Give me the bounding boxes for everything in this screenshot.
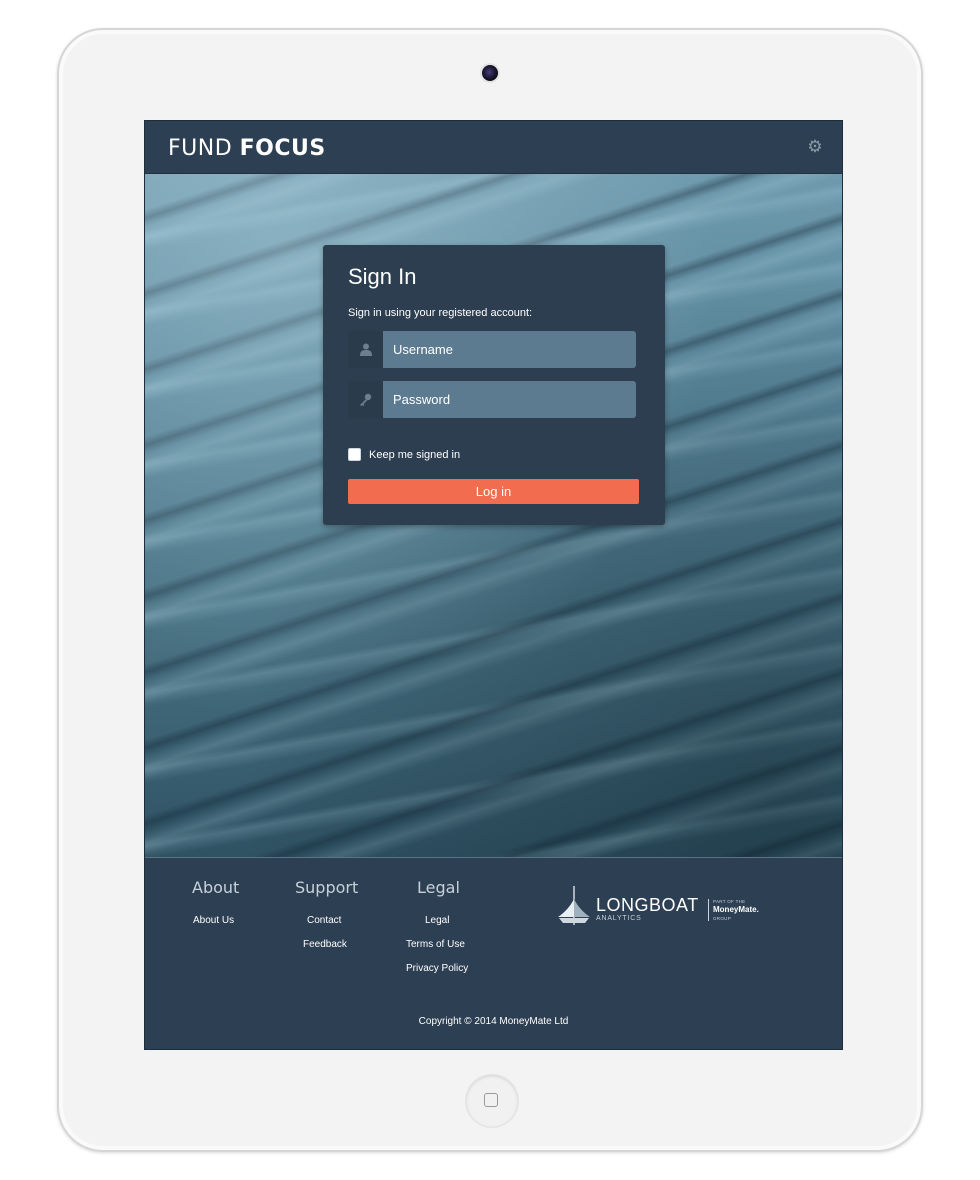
home-button[interactable] (466, 1075, 518, 1127)
footer-heading-support: Support (295, 878, 359, 897)
footer-heading-about: About (192, 878, 240, 897)
longboat-sail-icon (558, 886, 590, 925)
top-bar: FUND FOCUS ⚙ (145, 121, 842, 174)
key-icon (348, 381, 383, 418)
footer-link-feedback[interactable]: Feedback (303, 939, 347, 950)
app-screen: FUND FOCUS ⚙ Sign In Sign in using your … (144, 120, 843, 1050)
footer-link-contact[interactable]: Contact (307, 915, 341, 926)
password-input[interactable] (383, 381, 636, 418)
moneymate-name: MoneyMate. (713, 905, 759, 914)
app-logo: FUND FOCUS (168, 136, 326, 161)
footer-link-privacy[interactable]: Privacy Policy (406, 963, 468, 974)
username-field-group (348, 331, 636, 368)
footer-link-legal[interactable]: Legal (425, 915, 449, 926)
footer: About About Us Support Contact Feedback … (145, 857, 842, 1049)
footer-link-about-us[interactable]: About Us (193, 915, 234, 926)
password-field-group (348, 381, 636, 418)
moneymate-part-of: PART OF THE (713, 899, 746, 904)
longboat-sub: ANALYTICS (596, 915, 642, 922)
login-button[interactable]: Log in (348, 479, 639, 504)
sign-in-title: Sign In (348, 264, 417, 289)
camera-icon (482, 65, 498, 81)
moneymate-group: GROUP (713, 916, 732, 921)
gear-icon[interactable]: ⚙ (806, 138, 824, 156)
logo-divider (708, 899, 709, 921)
keep-signed-in-checkbox[interactable] (348, 448, 361, 461)
footer-link-terms[interactable]: Terms of Use (406, 939, 465, 950)
keep-signed-in-label: Keep me signed in (369, 448, 461, 461)
copyright-text: Copyright © 2014 MoneyMate Ltd (418, 1016, 569, 1027)
sign-in-panel: Sign In Sign in using your registered ac… (323, 245, 665, 525)
brand-light: FUND (168, 136, 240, 161)
sign-in-subtitle: Sign in using your registered account: (348, 307, 533, 319)
username-input[interactable] (383, 331, 636, 368)
footer-heading-legal: Legal (417, 878, 460, 897)
keep-signed-in-row: Keep me signed in (348, 448, 460, 461)
user-icon (348, 331, 383, 368)
brand-bold: FOCUS (239, 136, 326, 161)
longboat-logo: LONGBOAT ANALYTICS PART OF THE MoneyMate… (556, 885, 766, 927)
longboat-name: LONGBOAT (596, 895, 699, 915)
home-square-icon (484, 1093, 498, 1107)
